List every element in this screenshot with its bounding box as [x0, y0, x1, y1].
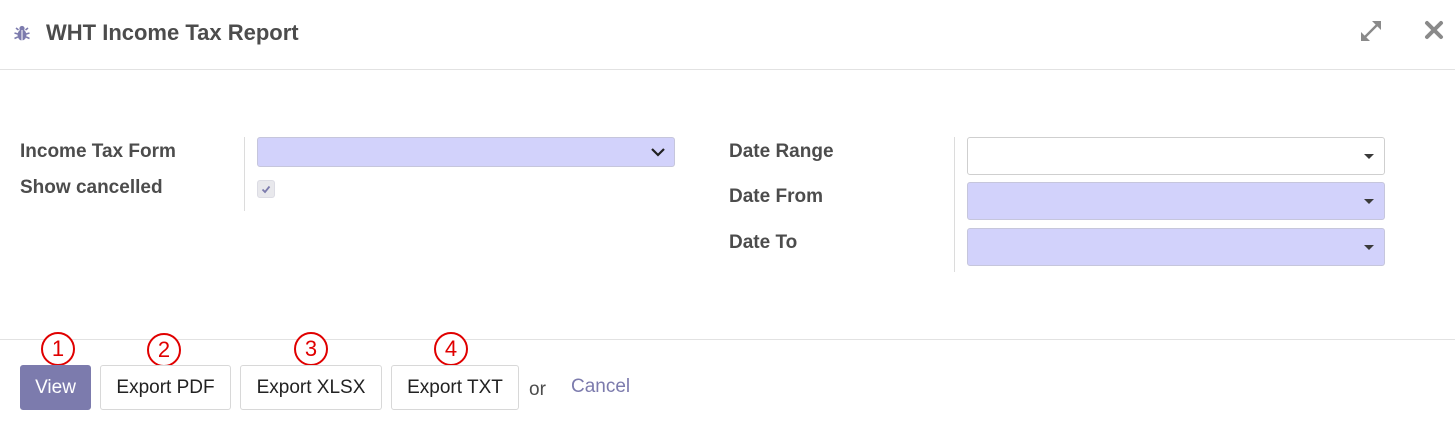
show-cancelled-checkbox[interactable]: [257, 180, 275, 198]
field-separator: [244, 137, 245, 211]
view-button[interactable]: View: [20, 365, 91, 410]
date-range-label: Date Range: [729, 141, 834, 162]
step-marker-3: 3: [294, 332, 328, 366]
export-txt-button[interactable]: Export TXT: [391, 365, 519, 410]
or-text: or: [529, 379, 546, 400]
close-icon[interactable]: [1423, 19, 1445, 41]
step-marker-1: 1: [41, 332, 75, 366]
date-range-select[interactable]: [967, 137, 1385, 175]
show-cancelled-label: Show cancelled: [20, 177, 163, 198]
export-pdf-button[interactable]: Export PDF: [100, 365, 231, 410]
caret-down-icon: [1364, 245, 1374, 250]
check-icon: [261, 185, 271, 194]
step-marker-4: 4: [434, 332, 468, 366]
dialog-header: WHT Income Tax Report: [0, 0, 1455, 70]
date-from-field[interactable]: [967, 182, 1385, 220]
footer-separator: [0, 339, 1455, 340]
chevron-down-icon: [651, 148, 665, 157]
cancel-link[interactable]: Cancel: [571, 376, 630, 398]
bug-icon[interactable]: [13, 24, 31, 42]
caret-down-icon: [1364, 154, 1374, 159]
caret-down-icon: [1364, 199, 1374, 204]
income-tax-form-label: Income Tax Form: [20, 141, 176, 162]
date-to-field[interactable]: [967, 228, 1385, 266]
field-separator: [954, 137, 955, 272]
income-tax-form-select[interactable]: [257, 137, 675, 167]
date-to-label: Date To: [729, 232, 798, 253]
step-marker-2: 2: [147, 333, 181, 367]
date-from-label: Date From: [729, 186, 823, 207]
export-xlsx-button[interactable]: Export XLSX: [240, 365, 382, 410]
dialog-title: WHT Income Tax Report: [46, 20, 299, 45]
expand-icon[interactable]: [1358, 18, 1384, 44]
